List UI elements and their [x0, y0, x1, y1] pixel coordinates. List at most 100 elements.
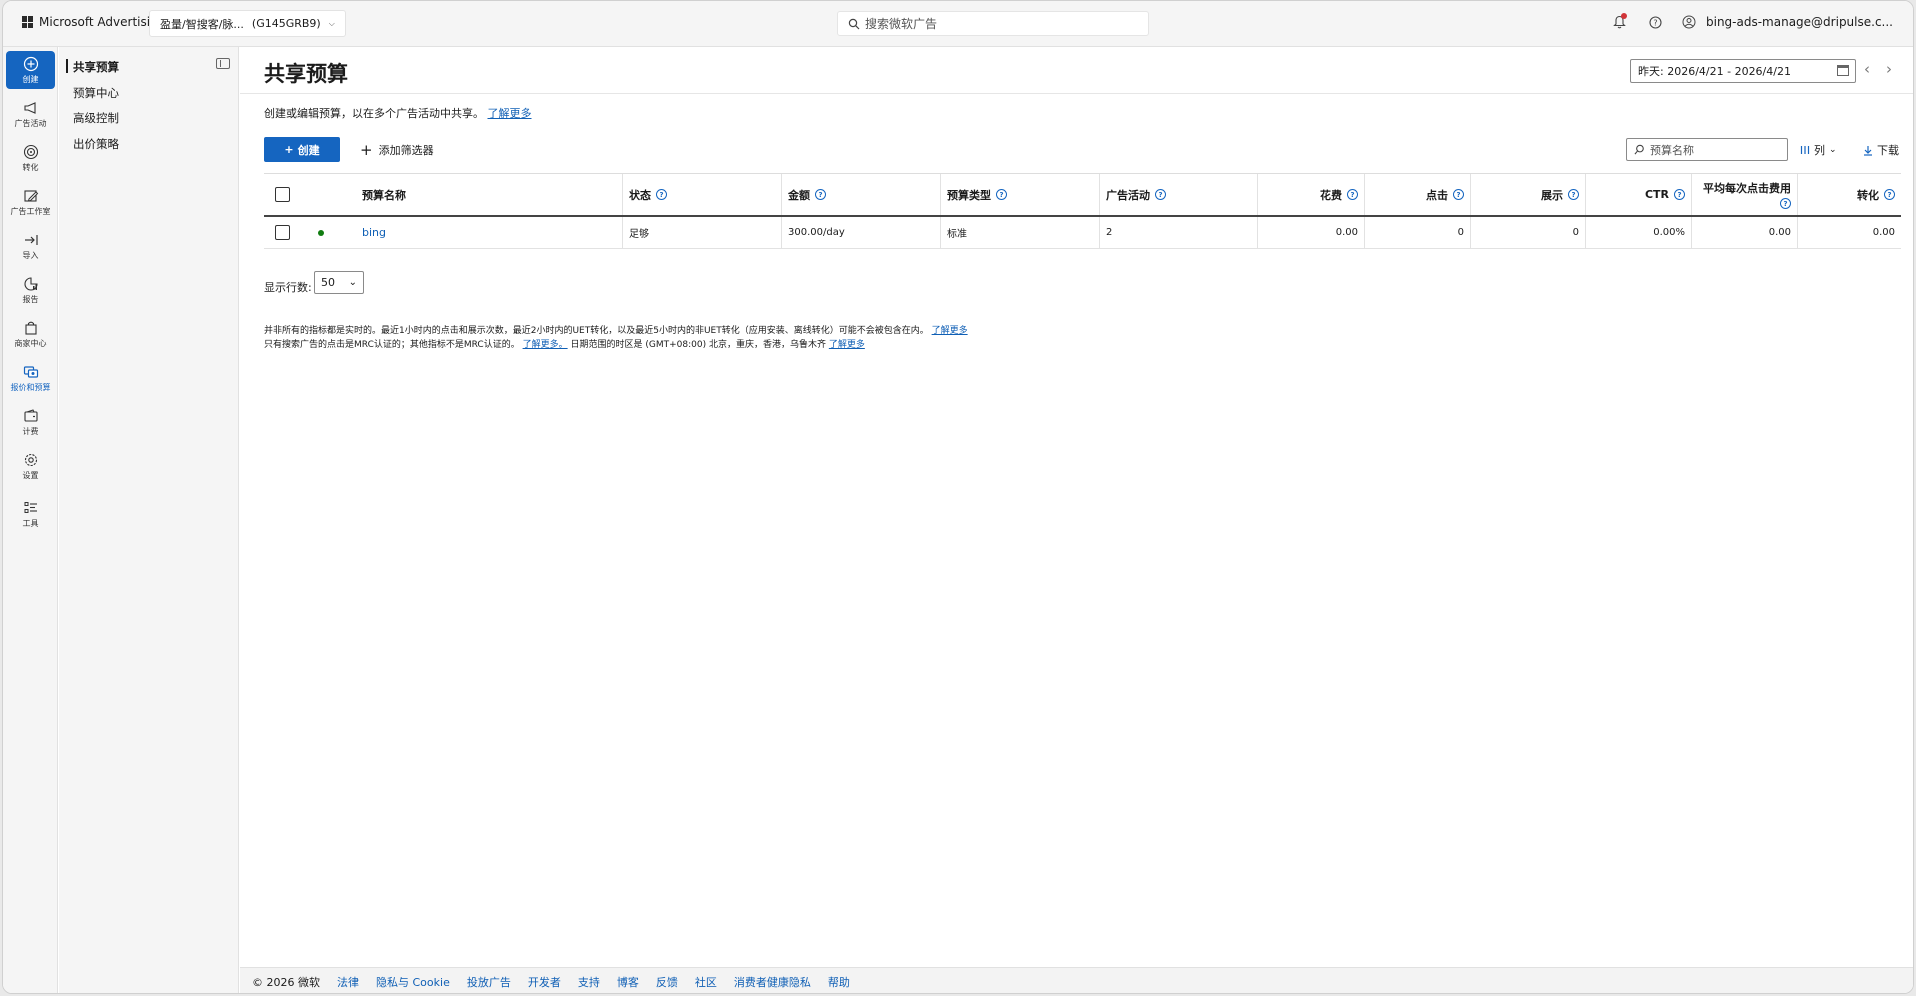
footer-link-community[interactable]: 社区	[695, 974, 717, 990]
header-amount[interactable]: 金额?	[781, 174, 940, 215]
columns-button[interactable]: 列 ⌄	[1800, 142, 1837, 158]
learn-more-link[interactable]: 了解更多	[932, 326, 968, 336]
rail-item-merchant-center[interactable]: 商家中心	[6, 315, 55, 353]
help-button[interactable]: ?	[1646, 13, 1664, 31]
svg-text:?: ?	[1653, 18, 1657, 27]
header-impressions[interactable]: 展示?	[1470, 174, 1585, 215]
help-icon[interactable]: ?	[1568, 189, 1579, 200]
gear-icon	[24, 453, 37, 466]
footer-link-health-privacy[interactable]: 消费者健康隐私	[734, 974, 811, 990]
subnav-item-budget-center[interactable]: 预算中心	[73, 85, 119, 101]
cell-budget-type: 标准	[940, 217, 1099, 248]
learn-more-link[interactable]: 了解更多。	[523, 340, 568, 350]
cell-budget-name: bing	[356, 217, 622, 248]
top-bar: Microsoft Advertising 盈量/智搜客/脉... (G145G…	[3, 1, 1913, 47]
help-icon: ?	[1648, 15, 1662, 29]
header-label: 预算名称	[362, 188, 406, 202]
budgets-table: 预算名称 状态? 金额? 预算类型? 广告活动? 花费? 点击? 展示? CTR…	[264, 173, 1901, 249]
date-range-picker[interactable]: 昨天: 2026/4/21 - 2026/4/21	[1630, 59, 1856, 83]
rail-item-campaigns[interactable]: 广告活动	[6, 95, 55, 133]
add-filter-button[interactable]: + 添加筛选器	[360, 141, 434, 159]
user-email: bing-ads-manage@dripulse.c...	[1706, 15, 1893, 29]
select-all-checkbox[interactable]	[274, 187, 290, 202]
header-clicks[interactable]: 点击?	[1364, 174, 1470, 215]
previous-period-button[interactable]: ‹	[1864, 60, 1870, 78]
search-placeholder: 搜索微软广告	[865, 17, 938, 31]
header-avg-cpc[interactable]: 平均每次点击费用?	[1691, 174, 1797, 215]
brand[interactable]: Microsoft Advertising	[22, 15, 165, 29]
rail-item-tools[interactable]: 工具	[6, 495, 55, 533]
rail-item-settings[interactable]: 设置	[6, 447, 55, 485]
rail-item-bids-budgets[interactable]: 报价和预算	[6, 359, 55, 397]
rail-item-create[interactable]: 创建	[6, 51, 55, 89]
cell-clicks: 0	[1364, 217, 1470, 248]
note-text: 只有搜索广告的点击是MRC认证的；其他指标不是MRC认证的。	[264, 340, 520, 350]
footer-link-advertise[interactable]: 投放广告	[467, 974, 511, 990]
target-icon	[23, 144, 38, 159]
chevron-down-icon: ⌄	[1829, 145, 1837, 155]
footer-link-feedback[interactable]: 反馈	[656, 974, 678, 990]
header-spend[interactable]: 花费?	[1257, 174, 1364, 215]
mrc-note: 只有搜索广告的点击是MRC认证的；其他指标不是MRC认证的。 了解更多。 日期范…	[264, 337, 865, 350]
header-ctr[interactable]: CTR?	[1585, 174, 1691, 215]
footer: © 2026 微软 法律 隐私与 Cookie 投放广告 开发者 支持 博客 反…	[240, 967, 1913, 993]
header-conversions[interactable]: 转化?	[1797, 174, 1901, 215]
footer-link-help[interactable]: 帮助	[828, 974, 850, 990]
help-icon[interactable]: ?	[1155, 189, 1166, 200]
subnav-item-shared-budgets[interactable]: 共享预算	[73, 59, 119, 75]
global-search-input[interactable]: 搜索微软广告	[837, 11, 1149, 36]
subnav-item-bid-strategies[interactable]: 出价策略	[73, 136, 119, 152]
help-icon[interactable]: ?	[1347, 189, 1358, 200]
user-menu[interactable]: bing-ads-manage@dripulse.c...	[1682, 15, 1893, 29]
download-button[interactable]: 下载	[1863, 142, 1899, 158]
budget-name-search[interactable]: 预算名称	[1626, 138, 1788, 161]
help-icon[interactable]: ?	[1780, 198, 1791, 209]
help-icon[interactable]: ?	[656, 189, 667, 200]
create-button[interactable]: + 创建	[264, 137, 340, 162]
footer-link-privacy[interactable]: 隐私与 Cookie	[376, 974, 450, 990]
rail-item-import[interactable]: 导入	[6, 227, 55, 265]
rail-item-reports[interactable]: 报告	[6, 271, 55, 309]
help-icon[interactable]: ?	[1453, 189, 1464, 200]
main-content: 共享预算 昨天: 2026/4/21 - 2026/4/21 ‹ › 创建或编辑…	[240, 47, 1913, 993]
header-status[interactable]: 状态?	[622, 174, 781, 215]
header-label: 花费	[1320, 188, 1342, 202]
footer-link-legal[interactable]: 法律	[337, 974, 359, 990]
report-icon	[23, 276, 38, 291]
columns-icon	[1800, 146, 1810, 154]
help-icon[interactable]: ?	[815, 189, 826, 200]
help-icon[interactable]: ?	[1674, 189, 1685, 200]
rail-item-billing[interactable]: 计费	[6, 403, 55, 441]
notifications-button[interactable]	[1610, 13, 1628, 31]
learn-more-link[interactable]: 了解更多	[829, 340, 865, 350]
learn-more-link[interactable]: 了解更多	[488, 107, 532, 120]
collapse-panel-icon[interactable]	[216, 58, 230, 69]
help-icon[interactable]: ?	[996, 189, 1007, 200]
rail-label: 广告活动	[14, 118, 47, 128]
rail-item-ad-studio[interactable]: 广告工作室	[6, 183, 55, 221]
download-icon	[1864, 145, 1872, 156]
next-period-button[interactable]: ›	[1886, 60, 1892, 78]
footer-link-support[interactable]: 支持	[578, 974, 600, 990]
download-label: 下载	[1877, 144, 1899, 157]
subnav-item-advanced-controls[interactable]: 高级控制	[73, 110, 119, 126]
rows-per-page-select[interactable]: 50 ⌄	[314, 271, 364, 294]
left-rail: 创建 广告活动 转化 广告工作室 导入 报告 商家中心 报价和预算 计费 设置 …	[3, 47, 58, 993]
table-row[interactable]: bing 足够 300.00/day 标准 2 0.00 0 0 0.00% 0…	[264, 217, 1901, 249]
import-icon	[24, 234, 38, 245]
help-icon[interactable]: ?	[1884, 189, 1895, 200]
cell-spend: 0.00	[1257, 217, 1364, 248]
row-checkbox[interactable]	[274, 225, 290, 240]
header-campaigns[interactable]: 广告活动?	[1099, 174, 1257, 215]
rail-item-conversions[interactable]: 转化	[6, 139, 55, 177]
account-selector[interactable]: 盈量/智搜客/脉... (G145GRB9) ⌵	[149, 10, 346, 37]
header-budget-name[interactable]: 预算名称	[356, 174, 556, 215]
header-budget-type[interactable]: 预算类型?	[940, 174, 1099, 215]
plus-icon: +	[360, 141, 373, 159]
budget-name-link[interactable]: bing	[362, 226, 386, 239]
header-label: CTR	[1644, 188, 1669, 201]
footer-link-blog[interactable]: 博客	[617, 974, 639, 990]
footer-link-developers[interactable]: 开发者	[528, 974, 561, 990]
header-label: 平均每次点击费用	[1703, 182, 1791, 195]
header-label: 状态	[629, 188, 651, 202]
